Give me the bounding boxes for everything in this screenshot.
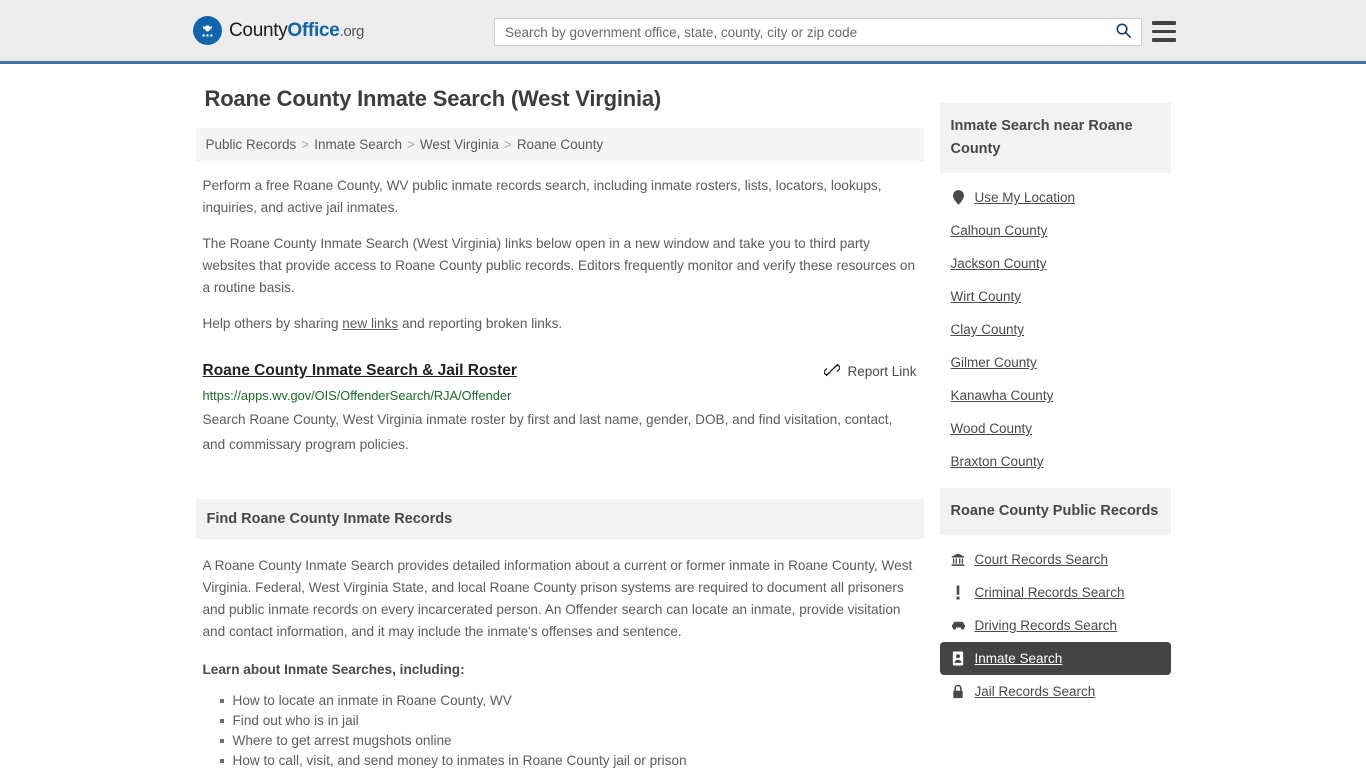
site-header: CountyOffice.org — [0, 0, 1366, 64]
sidebar-item-clay-county[interactable]: Clay County — [940, 313, 1171, 346]
use-my-location-link[interactable]: Use My Location — [975, 190, 1076, 205]
list-item: Where to get arrest mugshots online — [219, 731, 917, 751]
page-title: Roane County Inmate Search (West Virgini… — [204, 86, 662, 111]
eagle-seal-icon — [193, 16, 222, 45]
public-records-panel-heading: Roane County Public Records — [939, 488, 1171, 535]
broken-link-icon — [824, 362, 841, 381]
county-link[interactable]: Wood County — [951, 421, 1033, 436]
car-icon — [951, 620, 966, 631]
public-record-link[interactable]: Jail Records Search — [975, 684, 1096, 699]
sidebar-item-inmate-search[interactable]: Inmate Search — [939, 642, 1171, 675]
breadcrumb-item-roane-county[interactable]: Roane County — [517, 137, 603, 152]
nearby-panel-list: Use My Location Calhoun County Jackson C… — [940, 173, 1171, 482]
section-body: A Roane County Inmate Search provides de… — [196, 539, 924, 768]
result-description: Search Roane County, West Virginia inmat… — [202, 412, 893, 452]
list-item: How to call, visit, and send money to in… — [219, 751, 917, 768]
lock-icon — [951, 684, 966, 699]
nearby-inmate-search-panel: Inmate Search near Roane County Use My L… — [939, 103, 1171, 482]
list-item: How to locate an inmate in Roane County,… — [219, 691, 917, 711]
public-record-link[interactable]: Court Records Search — [975, 552, 1109, 567]
sidebar-item-wood-county[interactable]: Wood County — [940, 412, 1171, 445]
help-paragraph: Help others by sharing new links and rep… — [196, 313, 924, 335]
county-link[interactable]: Calhoun County — [951, 223, 1048, 238]
county-link[interactable]: Wirt County — [951, 289, 1022, 304]
public-record-link[interactable]: Criminal Records Search — [975, 585, 1125, 600]
map-pin-icon — [951, 190, 966, 205]
main-column: Roane County Inmate Search (West Virgini… — [195, 86, 924, 768]
exclamation-icon — [951, 585, 966, 600]
search-button[interactable] — [1105, 19, 1141, 45]
result-url: https://apps.wv.gov/OIS/OffenderSearch/R… — [202, 388, 512, 403]
search-bar[interactable] — [494, 18, 1142, 46]
sidebar-item-calhoun-county[interactable]: Calhoun County — [940, 214, 1171, 247]
sidebar-item-driving-records-search[interactable]: Driving Records Search — [940, 609, 1171, 642]
search-icon — [1115, 22, 1132, 42]
sidebar-item-gilmer-county[interactable]: Gilmer County — [940, 346, 1171, 379]
result-block: Roane County Inmate Search & Jail Roster… — [196, 349, 924, 457]
county-link[interactable]: Braxton County — [951, 454, 1044, 469]
intro-paragraph: Perform a free Roane County, WV public i… — [202, 178, 882, 215]
sidebar-item-jackson-county[interactable]: Jackson County — [940, 247, 1171, 280]
public-record-link[interactable]: Driving Records Search — [975, 618, 1118, 633]
logo-part-office: Office — [287, 19, 340, 41]
search-input[interactable] — [495, 19, 1105, 45]
sidebar-item-wirt-county[interactable]: Wirt County — [940, 280, 1171, 313]
breadcrumb-separator: > — [301, 137, 310, 152]
section-heading: Find Roane County Inmate Records — [195, 499, 924, 539]
section-list-intro: Learn about Inmate Searches, including: — [202, 662, 465, 677]
report-link-button[interactable]: Report Link — [824, 362, 917, 381]
new-links-link[interactable]: new links — [342, 316, 398, 331]
sidebar-item-kanawha-county[interactable]: Kanawha County — [940, 379, 1171, 412]
breadcrumb-item-west-virginia[interactable]: West Virginia — [420, 137, 499, 152]
public-record-link[interactable]: Inmate Search — [975, 651, 1063, 666]
county-link[interactable]: Kanawha County — [951, 388, 1054, 403]
id-badge-icon — [951, 651, 966, 666]
result-header-row: Roane County Inmate Search & Jail Roster… — [203, 361, 917, 381]
county-link[interactable]: Gilmer County — [951, 355, 1037, 370]
nearby-panel-heading: Inmate Search near Roane County — [939, 103, 1171, 173]
report-link-label: Report Link — [847, 364, 917, 379]
sidebar-item-court-records-search[interactable]: Court Records Search — [940, 543, 1171, 576]
second-paragraph: The Roane County Inmate Search (West Vir… — [202, 236, 916, 295]
list-item: Find out who is in jail — [219, 711, 917, 731]
county-link[interactable]: Jackson County — [951, 256, 1047, 271]
county-link[interactable]: Clay County — [951, 322, 1025, 337]
help-text-before: Help others by sharing — [202, 316, 343, 331]
content-container: Roane County Inmate Search (West Virgini… — [195, 86, 1171, 768]
sidebar: Inmate Search near Roane County Use My L… — [939, 86, 1171, 768]
sidebar-item-criminal-records-search[interactable]: Criminal Records Search — [940, 576, 1171, 609]
breadcrumb-separator: > — [406, 137, 415, 152]
find-records-section: Find Roane County Inmate Records A Roane… — [195, 499, 924, 768]
breadcrumb-item-inmate-search[interactable]: Inmate Search — [314, 137, 402, 152]
hamburger-menu-icon[interactable] — [1152, 21, 1176, 42]
breadcrumb-item-public-records[interactable]: Public Records — [206, 137, 297, 152]
sidebar-item-jail-records-search[interactable]: Jail Records Search — [940, 675, 1171, 708]
help-text-after: and reporting broken links. — [398, 316, 563, 331]
courthouse-icon — [951, 552, 966, 567]
breadcrumb-separator: > — [503, 137, 512, 152]
public-records-panel: Roane County Public Records Court Record… — [939, 488, 1171, 712]
learn-about-list: How to locate an inmate in Roane County,… — [203, 691, 917, 768]
public-records-list: Court Records Search Criminal Records Se… — [939, 535, 1171, 712]
logo-part-org: .org — [339, 22, 365, 40]
result-title-link[interactable]: Roane County Inmate Search & Jail Roster — [203, 361, 517, 381]
breadcrumb: Public Records > Inmate Search > West Virgin… — [195, 128, 924, 161]
site-logo[interactable]: CountyOffice.org — [193, 16, 364, 45]
sidebar-item-use-my-location[interactable]: Use My Location — [940, 181, 1171, 214]
logo-part-county: County — [229, 19, 288, 41]
section-paragraph: A Roane County Inmate Search provides de… — [202, 558, 913, 639]
page-body: Roane County Inmate Search (West Virgini… — [0, 64, 1366, 768]
sidebar-item-braxton-county[interactable]: Braxton County — [940, 445, 1171, 478]
site-logo-text: CountyOffice.org — [229, 20, 364, 42]
